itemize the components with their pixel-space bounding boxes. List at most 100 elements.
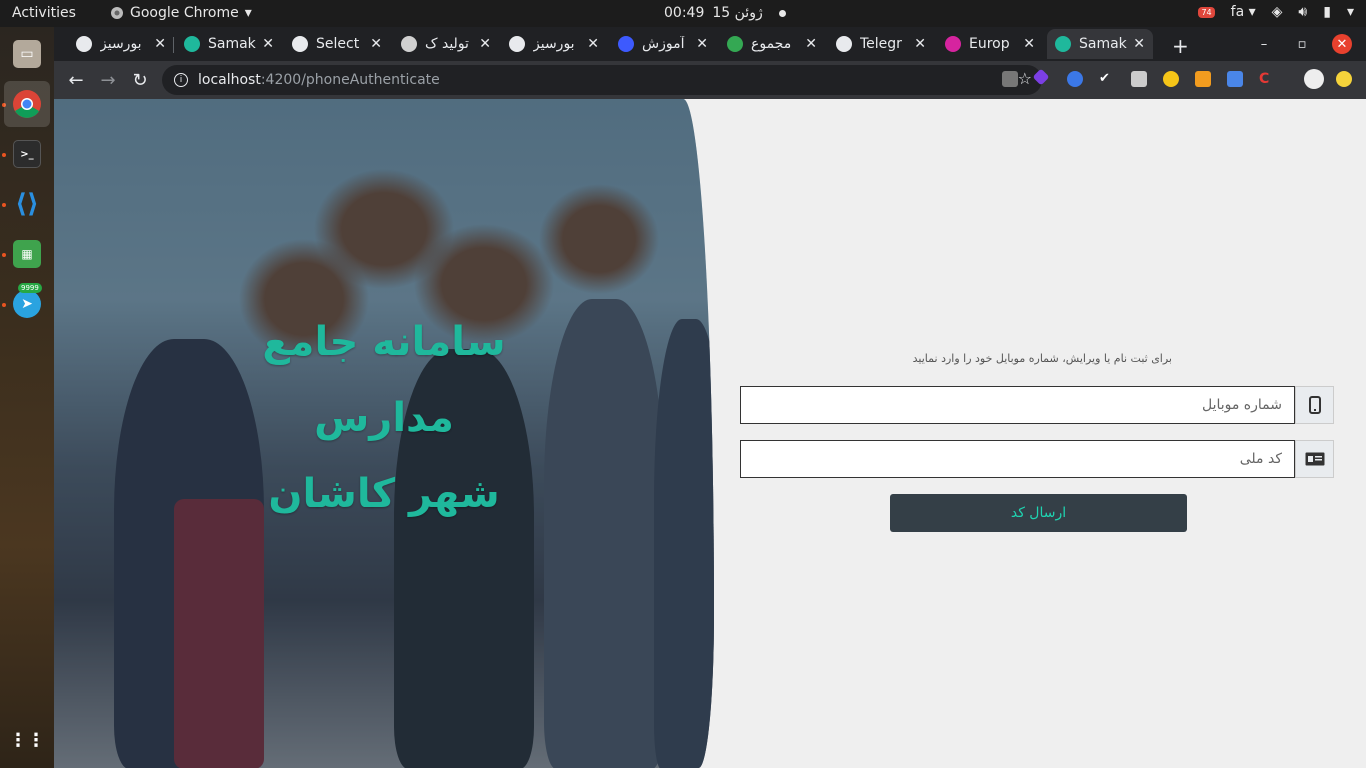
samak-icon (1055, 36, 1071, 52)
volume-icon: 🔊︎ (1298, 4, 1308, 20)
clock-date: ژوئن 15 (712, 5, 763, 21)
extension-moon-icon[interactable] (1163, 71, 1179, 87)
web-page: سامانه جامع مدارس شهر کاشان برای ثبت نام… (54, 99, 1366, 768)
app-menu-label: Google Chrome (130, 5, 239, 21)
extension-tick-icon[interactable]: ✔ (1099, 71, 1115, 87)
bookmark-star-icon[interactable]: ☆ (1018, 69, 1032, 88)
samak-icon (184, 36, 200, 52)
tab-title: Samak (1079, 36, 1127, 52)
notification-dot-icon (778, 9, 786, 17)
hero-title: سامانه جامع مدارس شهر کاشان (204, 304, 564, 532)
tab-title: Telegr (860, 36, 902, 52)
dock-files[interactable]: ▭ (4, 31, 50, 77)
mobile-phone-icon (1295, 386, 1334, 424)
chrome-small-icon (111, 7, 123, 19)
instagram-icon (945, 36, 961, 52)
vscode-icon: ⟨⟩ (15, 189, 39, 219)
back-button[interactable]: ← (64, 68, 88, 92)
close-window-button[interactable]: ✕ (1332, 34, 1352, 54)
telegram-icon: ➤ (13, 290, 41, 318)
document-icon (401, 36, 417, 52)
tab-strip: بورسیز ✕ Samak ✕ Select ✕ تولید ک ✕ بورسیز ✕ آموزش… (54, 27, 1366, 61)
new-tab-button[interactable]: + (1172, 34, 1189, 58)
activities-button[interactable]: Activities (12, 5, 76, 21)
forward-button[interactable]: → (96, 68, 120, 92)
extension-orange-icon[interactable] (1195, 71, 1211, 87)
close-tab-icon[interactable]: ✕ (1023, 36, 1035, 52)
tab-title: Samak (208, 36, 256, 52)
close-tab-icon[interactable]: ✕ (1133, 36, 1145, 52)
indicator-badge[interactable]: 74 (1198, 6, 1215, 18)
battery-icon: ▮ (1323, 4, 1331, 20)
close-tab-icon[interactable]: ✕ (587, 36, 599, 52)
zz-icon (618, 36, 634, 52)
browser-tab[interactable]: Telegr ✕ (828, 29, 934, 59)
close-tab-icon[interactable]: ✕ (370, 36, 382, 52)
dock-spreadsheet[interactable]: ▦ (4, 231, 50, 277)
national-id-input[interactable] (740, 440, 1295, 478)
dock-telegram[interactable]: ➤ 9999 (4, 281, 50, 327)
dock-vscode[interactable]: ⟨⟩ (4, 181, 50, 227)
url-path: :4200/phoneAuthenticate (260, 72, 440, 88)
close-tab-icon[interactable]: ✕ (479, 36, 491, 52)
tab-title: بورسیز (100, 36, 142, 52)
wifi-icon: ◈ (1271, 4, 1283, 20)
input-language[interactable]: fa ▾ (1231, 4, 1256, 20)
minimize-button[interactable]: – (1254, 34, 1274, 54)
id-card-icon (1295, 440, 1334, 478)
system-top-bar: Activities Google Chrome ▾ 00:49 ژوئن 15… (0, 0, 1366, 27)
extension-translate-icon[interactable] (1227, 71, 1243, 87)
site-info-icon[interactable]: i (174, 73, 188, 87)
chrome-icon (13, 90, 41, 118)
telegram-badge: 9999 (18, 283, 42, 293)
browser-tab[interactable]: تولید ک ✕ (393, 29, 499, 59)
browser-tab[interactable]: آموزش ✕ (610, 29, 716, 59)
browser-toolbar: ← → ↻ i localhost:4200/phoneAuthenticate… (54, 61, 1366, 99)
globe-icon (76, 36, 92, 52)
hero-title-line1: سامانه جامع (262, 319, 506, 365)
url-host: localhost (198, 72, 261, 88)
phone-field (740, 386, 1334, 424)
profile-avatar[interactable] (1304, 69, 1324, 89)
send-code-button[interactable]: ارسال کد (890, 494, 1187, 532)
globe-icon (292, 36, 308, 52)
extension-cast-icon[interactable] (1002, 71, 1018, 87)
tab-title: مجموع (751, 36, 792, 52)
browser-tab[interactable]: Europ ✕ (937, 29, 1043, 59)
apps-grid-icon: ⋮⋮ (9, 729, 45, 751)
browser-tab[interactable]: Samak ✕ (176, 29, 282, 59)
browser-tab[interactable]: Samak ✕ (1047, 29, 1153, 59)
close-tab-icon[interactable]: ✕ (805, 36, 817, 52)
close-tab-icon[interactable]: ✕ (154, 36, 166, 52)
clock[interactable]: 00:49 ژوئن 15 (664, 5, 786, 21)
maximize-button[interactable]: ▫ (1292, 34, 1312, 54)
extension-check-icon[interactable] (1067, 71, 1083, 87)
browser-tab[interactable]: مجموع ✕ (719, 29, 825, 59)
app-menu[interactable]: Google Chrome ▾ (110, 5, 252, 21)
tab-title: تولید ک (425, 36, 469, 52)
globe-icon (836, 36, 852, 52)
tab-title: آموزش (642, 36, 685, 52)
browser-tab[interactable]: بورسیز ✕ (68, 29, 174, 59)
browser-tab[interactable]: Select ✕ (284, 29, 390, 59)
address-bar[interactable]: i localhost:4200/phoneAuthenticate ☆ (162, 65, 1042, 95)
dock-terminal[interactable]: >_ (4, 131, 50, 177)
system-tray[interactable]: 74 fa ▾ ◈ 🔊︎ ▮ ▾ (1198, 4, 1354, 20)
extension-yellow-icon[interactable] (1336, 71, 1352, 87)
extension-c-icon[interactable]: C (1259, 71, 1275, 87)
tab-title: بورسیز (533, 36, 575, 52)
national-id-field (740, 440, 1334, 478)
close-tab-icon[interactable]: ✕ (914, 36, 926, 52)
close-tab-icon[interactable]: ✕ (262, 36, 274, 52)
spreadsheet-icon: ▦ (13, 240, 41, 268)
close-tab-icon[interactable]: ✕ (696, 36, 708, 52)
tab-title: Select (316, 36, 360, 52)
browser-tab[interactable]: بورسیز ✕ (501, 29, 607, 59)
form-hint: برای ثبت نام یا ویرایش، شماره موبایل خود… (912, 352, 1172, 365)
dock-chrome[interactable] (4, 81, 50, 127)
extension-amazon-icon[interactable] (1131, 71, 1147, 87)
show-applications-button[interactable]: ⋮⋮ (4, 717, 50, 763)
phone-input[interactable] (740, 386, 1295, 424)
reload-button[interactable]: ↻ (128, 68, 152, 92)
terminal-icon: >_ (13, 140, 41, 168)
